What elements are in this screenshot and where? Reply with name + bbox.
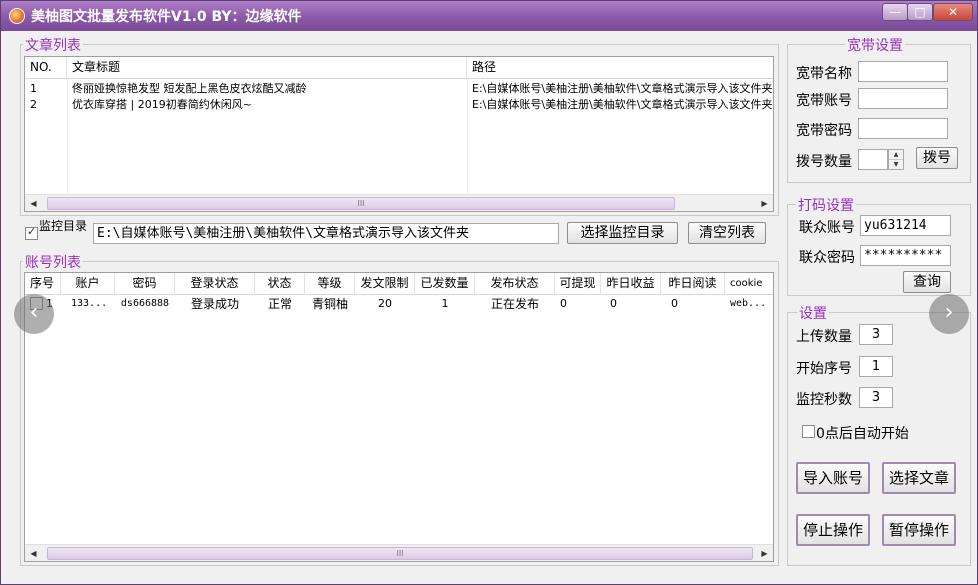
- dial-button[interactable]: 拨号: [916, 147, 958, 169]
- col-header-withdrawable[interactable]: 可提现: [555, 273, 601, 295]
- col-header-password[interactable]: 密码: [115, 273, 175, 295]
- broadband-account-input[interactable]: [858, 88, 948, 109]
- spin-down-icon[interactable]: ▼: [889, 160, 903, 170]
- scroll-right-icon[interactable]: ▶: [756, 545, 773, 561]
- col-header-level[interactable]: 等级: [305, 273, 355, 295]
- scroll-thumb[interactable]: III: [47, 547, 753, 560]
- account-sent: 1: [441, 297, 449, 310]
- col-header-status[interactable]: 状态: [255, 273, 305, 295]
- select-articles-button[interactable]: 选择文章: [882, 462, 956, 494]
- col-header-title[interactable]: 文章标题: [67, 57, 467, 79]
- article-list-title: 文章列表: [23, 35, 83, 55]
- upload-count-label: 上传数量: [796, 329, 852, 345]
- scroll-thumb[interactable]: III: [47, 197, 675, 210]
- col-header-path[interactable]: 路径: [467, 57, 773, 79]
- captcha-password-input[interactable]: **********: [860, 245, 951, 266]
- article-listview[interactable]: NO. 文章标题 路径 1 佟丽娅换惊艳发型 短发配上黑色皮衣炫酷又减龄 E:\…: [24, 56, 774, 212]
- broadband-password-label: 宽带密码: [796, 123, 852, 139]
- col-header-no[interactable]: NO.: [25, 57, 67, 79]
- query-button[interactable]: 查询: [903, 271, 951, 293]
- scroll-right-icon[interactable]: ▶: [756, 195, 773, 211]
- auto-start-label: 0点后自动开始: [816, 426, 909, 442]
- col-header-no[interactable]: 序号: [25, 273, 61, 295]
- close-button[interactable]: ✕: [933, 3, 973, 21]
- col-header-yesterday-reads[interactable]: 昨日阅读: [661, 273, 725, 295]
- title-bar[interactable]: 美柚图文批量发布软件V1.0 BY：边缘软件 — □ ✕: [1, 1, 977, 31]
- captcha-account-input[interactable]: yu631214: [860, 215, 951, 236]
- import-accounts-button[interactable]: 导入账号: [796, 462, 870, 494]
- clear-list-button[interactable]: 清空列表: [688, 222, 766, 244]
- captcha-password-label: 联众密码: [799, 250, 855, 266]
- upload-count-input[interactable]: 3: [859, 324, 893, 345]
- stop-button[interactable]: 停止操作: [796, 514, 870, 546]
- article-path: E:\自媒体账号\美柚注册\美柚软件\文章格式演示导入该文件夹: [472, 82, 773, 95]
- next-arrow-icon[interactable]: ›: [929, 294, 969, 334]
- col-header-account[interactable]: 账户: [61, 273, 115, 295]
- account-publish-status: 正在发布: [490, 297, 539, 311]
- broadband-name-label: 宽带名称: [796, 66, 852, 82]
- main-window: 美柚图文批量发布软件V1.0 BY：边缘软件 — □ ✕ 文章列表 NO. 文章…: [0, 0, 978, 585]
- monitor-seconds-input[interactable]: 3: [859, 387, 893, 408]
- dial-count-input[interactable]: [858, 149, 888, 170]
- broadband-title: 宽带设置: [845, 35, 905, 55]
- monitor-seconds-label: 监控秒数: [796, 392, 852, 408]
- account-status: 正常: [267, 297, 292, 311]
- col-header-sent[interactable]: 已发数量: [415, 273, 475, 295]
- account-cookie: web...: [730, 298, 767, 309]
- account-yesterday-income: 0: [610, 297, 617, 310]
- account-list-title: 账号列表: [23, 252, 83, 272]
- account-level: 青铜柚: [311, 297, 348, 311]
- auto-start-checkbox[interactable]: [802, 425, 815, 438]
- article-no: 2: [30, 98, 37, 111]
- account-list-header: 序号 账户 密码 登录状态 状态 等级 发文限制 已发数量 发布状态 可提现 昨…: [25, 273, 773, 295]
- select-monitor-dir-button[interactable]: 选择监控目录: [567, 222, 678, 244]
- broadband-account-label: 宽带账号: [796, 93, 852, 109]
- broadband-name-input[interactable]: [858, 61, 948, 82]
- account-password: ds666888: [120, 298, 170, 309]
- account-login-status: 登录成功: [190, 297, 239, 311]
- col-header-publish-status[interactable]: 发布状态: [475, 273, 555, 295]
- account-yesterday-reads: 0: [671, 297, 678, 310]
- table-row[interactable]: 1 133... ds666888 登录成功 正常 青铜柚 20 1 正在发布 …: [25, 296, 773, 312]
- monitor-path-input[interactable]: E:\自媒体账号\美柚注册\美柚软件\文章格式演示导入该文件夹: [93, 223, 559, 244]
- col-header-yesterday-income[interactable]: 昨日收益: [601, 273, 661, 295]
- article-no: 1: [30, 82, 37, 95]
- col-header-cookie[interactable]: cookie: [725, 273, 773, 295]
- account-withdrawable: 0: [560, 297, 567, 310]
- spin-up-icon[interactable]: ▲: [889, 150, 903, 160]
- broadband-password-input[interactable]: [858, 118, 948, 139]
- account-limit: 20: [378, 297, 392, 310]
- account-listview[interactable]: 序号 账户 密码 登录状态 状态 等级 发文限制 已发数量 发布状态 可提现 昨…: [24, 272, 774, 562]
- scroll-left-icon[interactable]: ◀: [25, 545, 42, 561]
- monitor-dir-checkbox[interactable]: [25, 225, 38, 240]
- col-header-limit[interactable]: 发文限制: [355, 273, 415, 295]
- start-index-label: 开始序号: [796, 361, 852, 377]
- captcha-account-label: 联众账号: [799, 220, 855, 236]
- prev-arrow-icon[interactable]: ‹: [14, 294, 54, 334]
- dial-count-spinner[interactable]: ▲ ▼: [888, 149, 904, 170]
- dial-count-label: 拨号数量: [796, 154, 852, 170]
- account-name: 133...: [71, 298, 108, 309]
- account-hscrollbar[interactable]: ◀ III ▶: [25, 544, 773, 561]
- minimize-button[interactable]: —: [882, 3, 908, 21]
- start-index-input[interactable]: 1: [859, 356, 893, 377]
- article-path: E:\自媒体账号\美柚注册\美柚软件\文章格式演示导入该文件夹: [472, 98, 773, 111]
- settings-title: 设置: [797, 303, 829, 323]
- article-title: 佟丽娅换惊艳发型 短发配上黑色皮衣炫酷又减龄: [72, 82, 307, 95]
- scroll-left-icon[interactable]: ◀: [25, 195, 42, 211]
- maximize-button[interactable]: □: [907, 3, 933, 21]
- window-title: 美柚图文批量发布软件V1.0 BY：边缘软件: [31, 9, 302, 25]
- monitor-dir-label: 监控目录: [39, 219, 88, 233]
- article-title: 优衣库穿搭 | 2019初春简约休闲风~: [72, 98, 252, 111]
- col-header-login-status[interactable]: 登录状态: [175, 273, 255, 295]
- article-list-header: NO. 文章标题 路径: [25, 57, 773, 79]
- article-hscrollbar[interactable]: ◀ III ▶: [25, 194, 773, 211]
- table-row[interactable]: 2 优衣库穿搭 | 2019初春简约休闲风~ E:\自媒体账号\美柚注册\美柚软…: [25, 97, 773, 113]
- captcha-title: 打码设置: [796, 195, 856, 215]
- pause-button[interactable]: 暂停操作: [882, 514, 956, 546]
- table-row[interactable]: 1 佟丽娅换惊艳发型 短发配上黑色皮衣炫酷又减龄 E:\自媒体账号\美柚注册\美…: [25, 81, 773, 97]
- app-logo-icon: [9, 8, 25, 24]
